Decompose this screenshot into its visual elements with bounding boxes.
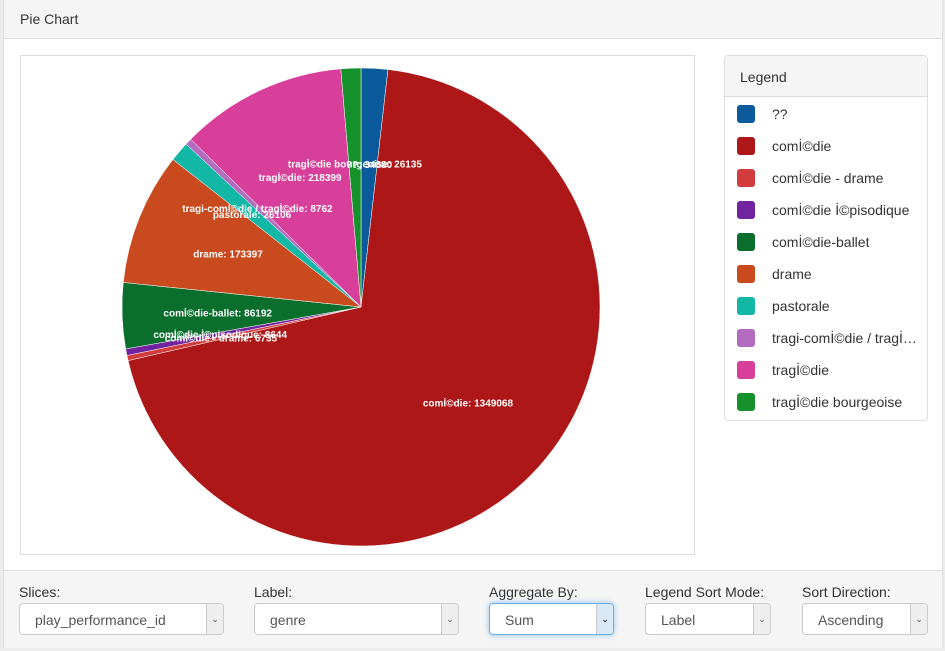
sort-direction-select-value: Ascending — [818, 612, 884, 628]
legend-item[interactable]: ?? — [725, 97, 927, 129]
chevron-down-icon[interactable]: ⌄ — [596, 604, 613, 634]
sort-direction-label: Sort Direction: — [802, 584, 891, 600]
slice-label: comİ©die: 1349068 — [423, 397, 514, 410]
legend-label: drame — [772, 266, 812, 282]
legend-sort-label: Legend Sort Mode: — [645, 584, 765, 600]
legend-item[interactable]: tragi-comİ©die / tragİ©die — [725, 321, 927, 353]
legend-swatch — [737, 201, 755, 219]
legend-item[interactable]: drame — [725, 257, 927, 289]
legend-label: pastorale — [772, 298, 830, 314]
legend-label: comİ©die - drame — [772, 170, 884, 186]
legend-item[interactable]: pastorale — [725, 289, 927, 321]
slice-label: comİ©die İ©pisodique: 8644 — [153, 328, 287, 341]
legend-swatch — [737, 169, 755, 187]
pie-chart: ??: 34880comİ©die: 1349068comİ©die - dra… — [121, 67, 601, 547]
legend-label: tragİ©die — [772, 362, 830, 378]
legend-swatch — [737, 361, 755, 379]
legend-label: comİ©die-ballet — [772, 234, 870, 250]
legend-label: ?? — [772, 106, 788, 122]
legend-item[interactable]: comİ©die İ©pisodique — [725, 193, 927, 225]
legend: Legend ?? comİ©die comİ©die - drame comİ©di… — [724, 55, 928, 421]
aggregate-control: Aggregate By: Sum ⌄ — [489, 584, 614, 635]
legend-item[interactable]: tragİ©die bourgeoise — [725, 385, 927, 417]
slices-control: Slices: play_performance_id ⌄ — [19, 584, 224, 635]
aggregate-label: Aggregate By: — [489, 584, 578, 600]
legend-sort-select[interactable]: Label ⌄ — [645, 603, 771, 635]
legend-item[interactable]: comİ©die-ballet — [725, 225, 927, 257]
legend-item[interactable]: comİ©die - drame — [725, 161, 927, 193]
legend-label: tragİ©die bourgeoise — [772, 394, 903, 410]
chevron-down-icon[interactable]: ⌄ — [753, 604, 770, 634]
chevron-down-icon[interactable]: ⌄ — [441, 604, 458, 634]
slices-select-value: play_performance_id — [35, 612, 166, 628]
aggregate-select[interactable]: Sum ⌄ — [489, 603, 614, 635]
slice-label: tragİ©die: 218399 — [259, 171, 342, 184]
pie-chart-panel: Pie Chart ??: 34880 comİ©die: 1349068 comİ… — [3, 0, 943, 648]
controls-bar: Slices: play_performance_id ⌄ Label: gen… — [4, 570, 942, 648]
slice-label: tragİ©die bourgeoise: 26135 — [288, 158, 423, 171]
slice-label: drame: 173397 — [193, 249, 263, 260]
panel-title: Pie Chart — [20, 11, 79, 27]
legend-sort-select-value: Label — [661, 612, 696, 628]
legend-swatch — [737, 297, 755, 315]
legend-label: comİ©die İ©pisodique — [772, 202, 910, 218]
legend-swatch — [737, 393, 755, 411]
aggregate-select-value: Sum — [505, 612, 534, 628]
sort-direction-control: Sort Direction: Ascending ⌄ — [802, 584, 928, 635]
label-select[interactable]: genre ⌄ — [254, 603, 459, 635]
panel-heading: Pie Chart — [4, 0, 942, 39]
legend-list: ?? comİ©die comİ©die - drame comİ©die İ©pis… — [725, 97, 927, 417]
legend-swatch — [737, 329, 755, 347]
legend-label: comİ©die — [772, 138, 832, 154]
chevron-down-icon[interactable]: ⌄ — [206, 604, 223, 634]
legend-swatch — [737, 233, 755, 251]
legend-swatch — [737, 265, 755, 283]
sort-direction-select[interactable]: Ascending ⌄ — [802, 603, 928, 635]
chart-area: ??: 34880 comİ©die: 1349068 comİ©die - dra… — [20, 55, 695, 555]
legend-item[interactable]: comİ©die — [725, 129, 927, 161]
legend-swatch — [737, 105, 755, 123]
legend-title: Legend — [725, 56, 927, 97]
legend-swatch — [737, 137, 755, 155]
legend-item[interactable]: tragİ©die — [725, 353, 927, 385]
slice-label: comİ©die-ballet: 86192 — [163, 306, 272, 319]
label-label: Label: — [254, 584, 293, 600]
legend-label: tragi-comİ©die / tragİ©die — [772, 330, 922, 346]
slices-label: Slices: — [19, 584, 61, 600]
chevron-down-icon[interactable]: ⌄ — [910, 604, 927, 634]
label-select-value: genre — [270, 612, 306, 628]
slice-label: tragi-comİ©die / tragİ©die: 8762 — [182, 202, 333, 215]
label-control: Label: genre ⌄ — [254, 584, 459, 635]
legend-sort-control: Legend Sort Mode: Label ⌄ — [645, 584, 771, 635]
slices-select[interactable]: play_performance_id ⌄ — [19, 603, 224, 635]
